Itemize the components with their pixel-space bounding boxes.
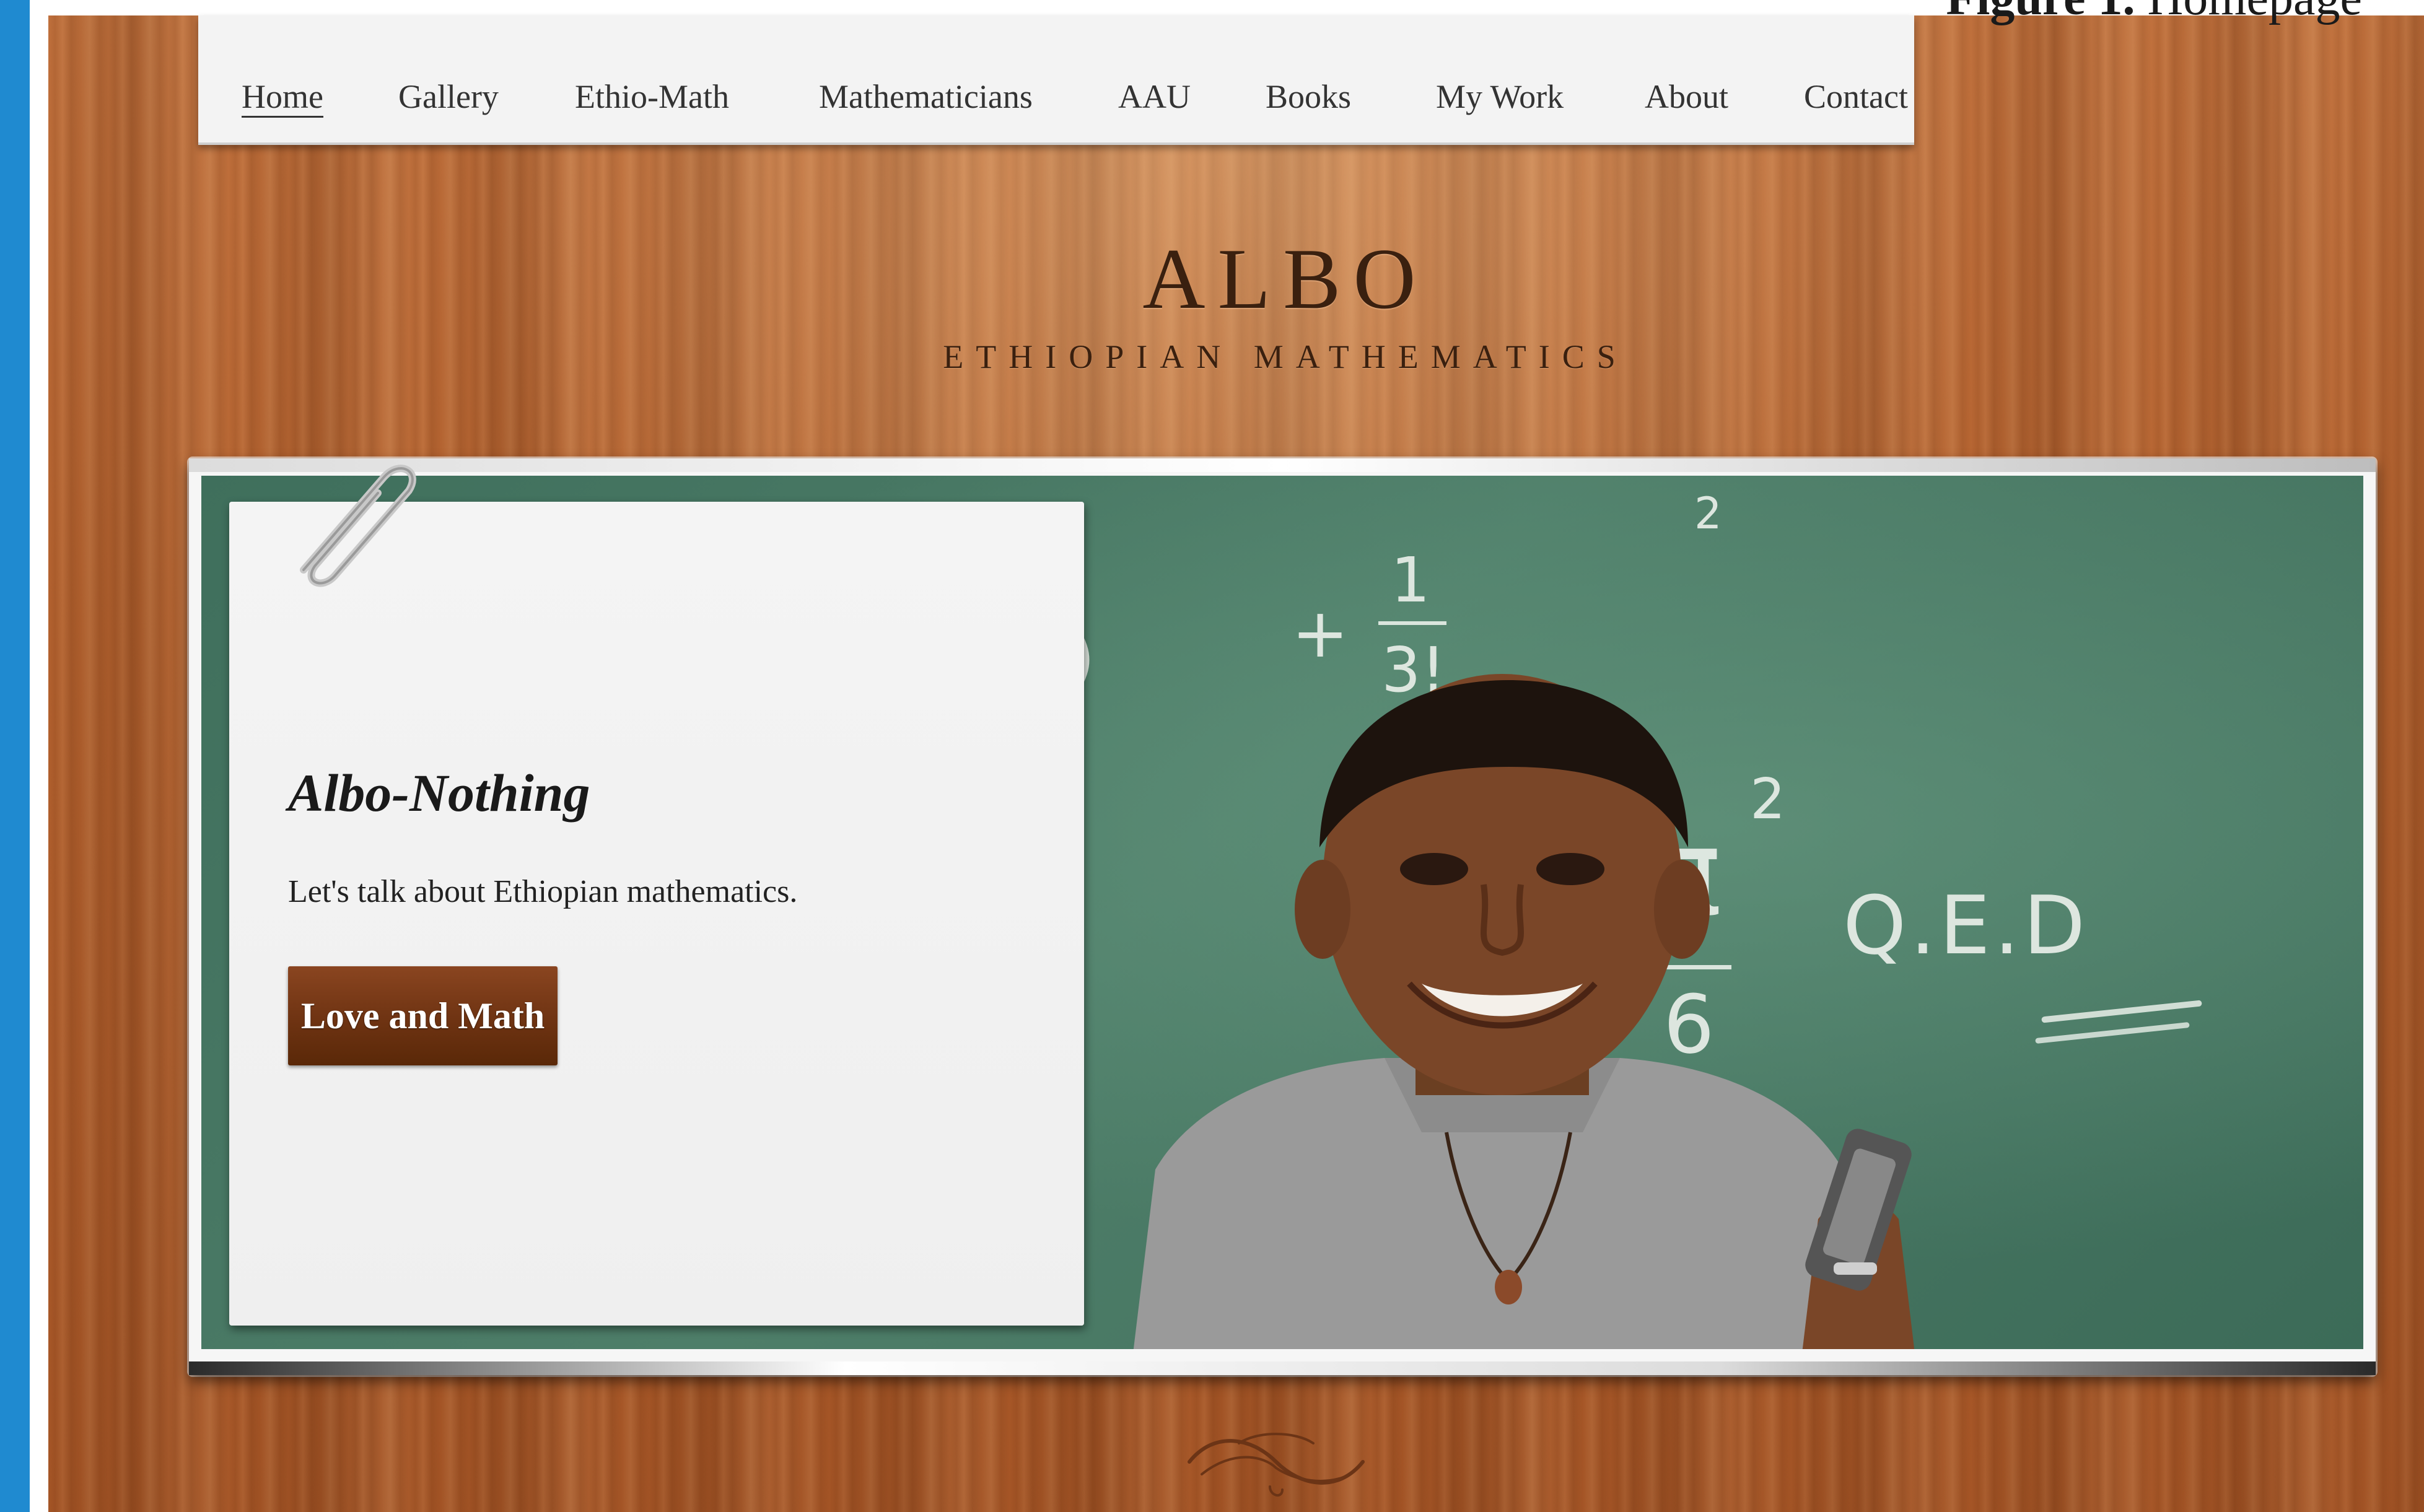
frame-top-edge (189, 458, 2376, 472)
figure-caption-text: Homepage (2147, 0, 2362, 25)
nav-item-about[interactable]: About (1645, 77, 1728, 116)
nav-item-mathematicians[interactable]: Mathematicians (819, 77, 1033, 116)
hero-description: Let's talk about Ethiopian mathematics. (288, 874, 798, 909)
left-accent-rule (0, 0, 30, 1512)
nav-item-aau[interactable]: AAU (1118, 77, 1191, 116)
site-title: ALBO (1142, 231, 1429, 327)
frame-bottom-edge (189, 1361, 2376, 1375)
site-subtitle: ETHIOPIAN MATHEMATICS (943, 338, 1628, 375)
top-navigation: Home Gallery Ethio-Math Mathematicians A… (198, 15, 1914, 145)
chalk-underline-1 (2041, 1000, 2202, 1023)
nav-item-ethio-math[interactable]: Ethio-Math (575, 77, 729, 116)
chalk-plus: + (1292, 593, 1349, 673)
nav-item-books[interactable]: Books (1266, 77, 1351, 116)
hero-caption-card: Albo-Nothing Let's talk about Ethiopian … (229, 502, 1084, 1326)
chalk-fraction-numerator: 1 (1391, 544, 1430, 616)
flourish-ornament-icon (1188, 1433, 1365, 1497)
nav-item-my-work[interactable]: My Work (1436, 77, 1564, 116)
love-and-math-button[interactable]: Love and Math (288, 966, 558, 1065)
nav-item-home[interactable]: Home (242, 77, 323, 118)
chalk-fraction-line (1378, 621, 1446, 625)
nav-item-gallery[interactable]: Gallery (398, 77, 499, 116)
paperclip-icon (300, 465, 416, 587)
figure-caption: Figure 1. Homepage (1946, 0, 2362, 27)
hero-title: Albo-Nothing (288, 763, 590, 823)
student-photo (1133, 674, 1915, 1349)
chalk-two-top: 2 (1694, 488, 1722, 539)
nav-item-contact[interactable]: Contact (1804, 77, 1908, 116)
chalk-underline-2 (2035, 1021, 2190, 1044)
figure-caption-label: Figure 1. (1946, 0, 2135, 25)
